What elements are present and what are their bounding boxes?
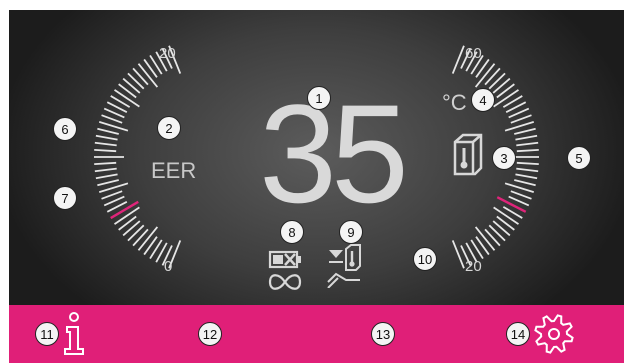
- battery-infinity-icon: [268, 250, 302, 290]
- right-scale-tick: [493, 206, 519, 225]
- callout-7: 7: [53, 186, 77, 210]
- gear-hub: [548, 328, 560, 340]
- left-scale-tick: [97, 127, 119, 135]
- right-scale-tick: [516, 148, 539, 153]
- right-scale-tick: [451, 45, 465, 74]
- right-scale-tick: [492, 220, 511, 237]
- callout-4: 4: [471, 88, 495, 112]
- right-scale-tick: [516, 167, 539, 173]
- callout-11: 11: [35, 322, 59, 346]
- left-scale-max-label: 20: [159, 45, 176, 62]
- right-scale-tick: [516, 161, 539, 166]
- callout-8: 8: [280, 220, 304, 244]
- left-scale-min-label: 0: [164, 258, 173, 275]
- left-scale-tick: [127, 72, 145, 90]
- left-scale-tick: [122, 220, 141, 237]
- right-scale-tick: [484, 67, 501, 86]
- right-scale-tick: [515, 134, 538, 141]
- gear-outline: [534, 314, 574, 354]
- callout-10: 10: [413, 247, 437, 271]
- callout-2: 2: [157, 116, 181, 140]
- gear-icon[interactable]: [532, 309, 576, 359]
- right-scale-tick: [510, 114, 532, 124]
- right-scale-tick: [514, 127, 536, 135]
- thermometer-box-icon: [453, 133, 483, 176]
- gauge-display: 20 0 60 20 35 EER °C 1 2 3 4 5 6 7 8 9 1…: [9, 10, 624, 305]
- callout-3: 3: [492, 146, 516, 170]
- right-scale-tick: [510, 190, 532, 200]
- right-scale-tick: [488, 224, 506, 242]
- left-scale-tick: [132, 67, 149, 86]
- unit-label: °C: [442, 90, 467, 115]
- callout-1: 1: [307, 86, 331, 110]
- left-scale-tick: [122, 77, 141, 94]
- lowering-thermometer-icon: [327, 244, 361, 288]
- left-scale-tick: [94, 141, 117, 147]
- left-scale-tick: [94, 167, 117, 173]
- callout-5: 5: [567, 146, 591, 170]
- right-scale-tick: [515, 173, 538, 180]
- left-scale-tick: [114, 89, 140, 108]
- callout-14: 14: [506, 322, 530, 346]
- left-scale-tick: [101, 190, 123, 200]
- callout-12: 12: [198, 322, 222, 346]
- right-scale-marker: [496, 196, 527, 213]
- right-scale-tick: [516, 141, 539, 147]
- eer-label: EER: [151, 158, 197, 183]
- info-icon[interactable]: [61, 311, 87, 357]
- right-scale-tick: [451, 240, 465, 269]
- callout-13: 13: [371, 322, 395, 346]
- bottom-toolbar: 11 12 13 14: [9, 305, 624, 363]
- callout-9: 9: [339, 220, 363, 244]
- left-scale-tick: [94, 148, 117, 153]
- left-scale-tick: [132, 228, 149, 247]
- right-scale-tick: [488, 72, 506, 90]
- main-value: 35: [259, 75, 409, 232]
- screen: 20 0 60 20 35 EER °C 1 2 3 4 5 6 7 8 9 1…: [0, 0, 633, 363]
- right-scale-tick: [492, 77, 511, 94]
- right-scale-max-label: 60: [465, 45, 482, 62]
- left-scale-tick: [101, 114, 123, 124]
- left-scale-tick: [127, 224, 145, 242]
- left-scale-tick: [97, 179, 119, 187]
- right-scale-tick: [484, 228, 501, 247]
- left-scale-tick: [94, 161, 117, 166]
- right-scale-tick: [514, 179, 536, 187]
- right-scale-min-label: 20: [465, 258, 482, 275]
- left-scale-tick: [95, 134, 118, 141]
- right-scale-tick: [493, 89, 519, 108]
- callout-6: 6: [53, 117, 77, 141]
- left-scale-tick: [95, 173, 118, 180]
